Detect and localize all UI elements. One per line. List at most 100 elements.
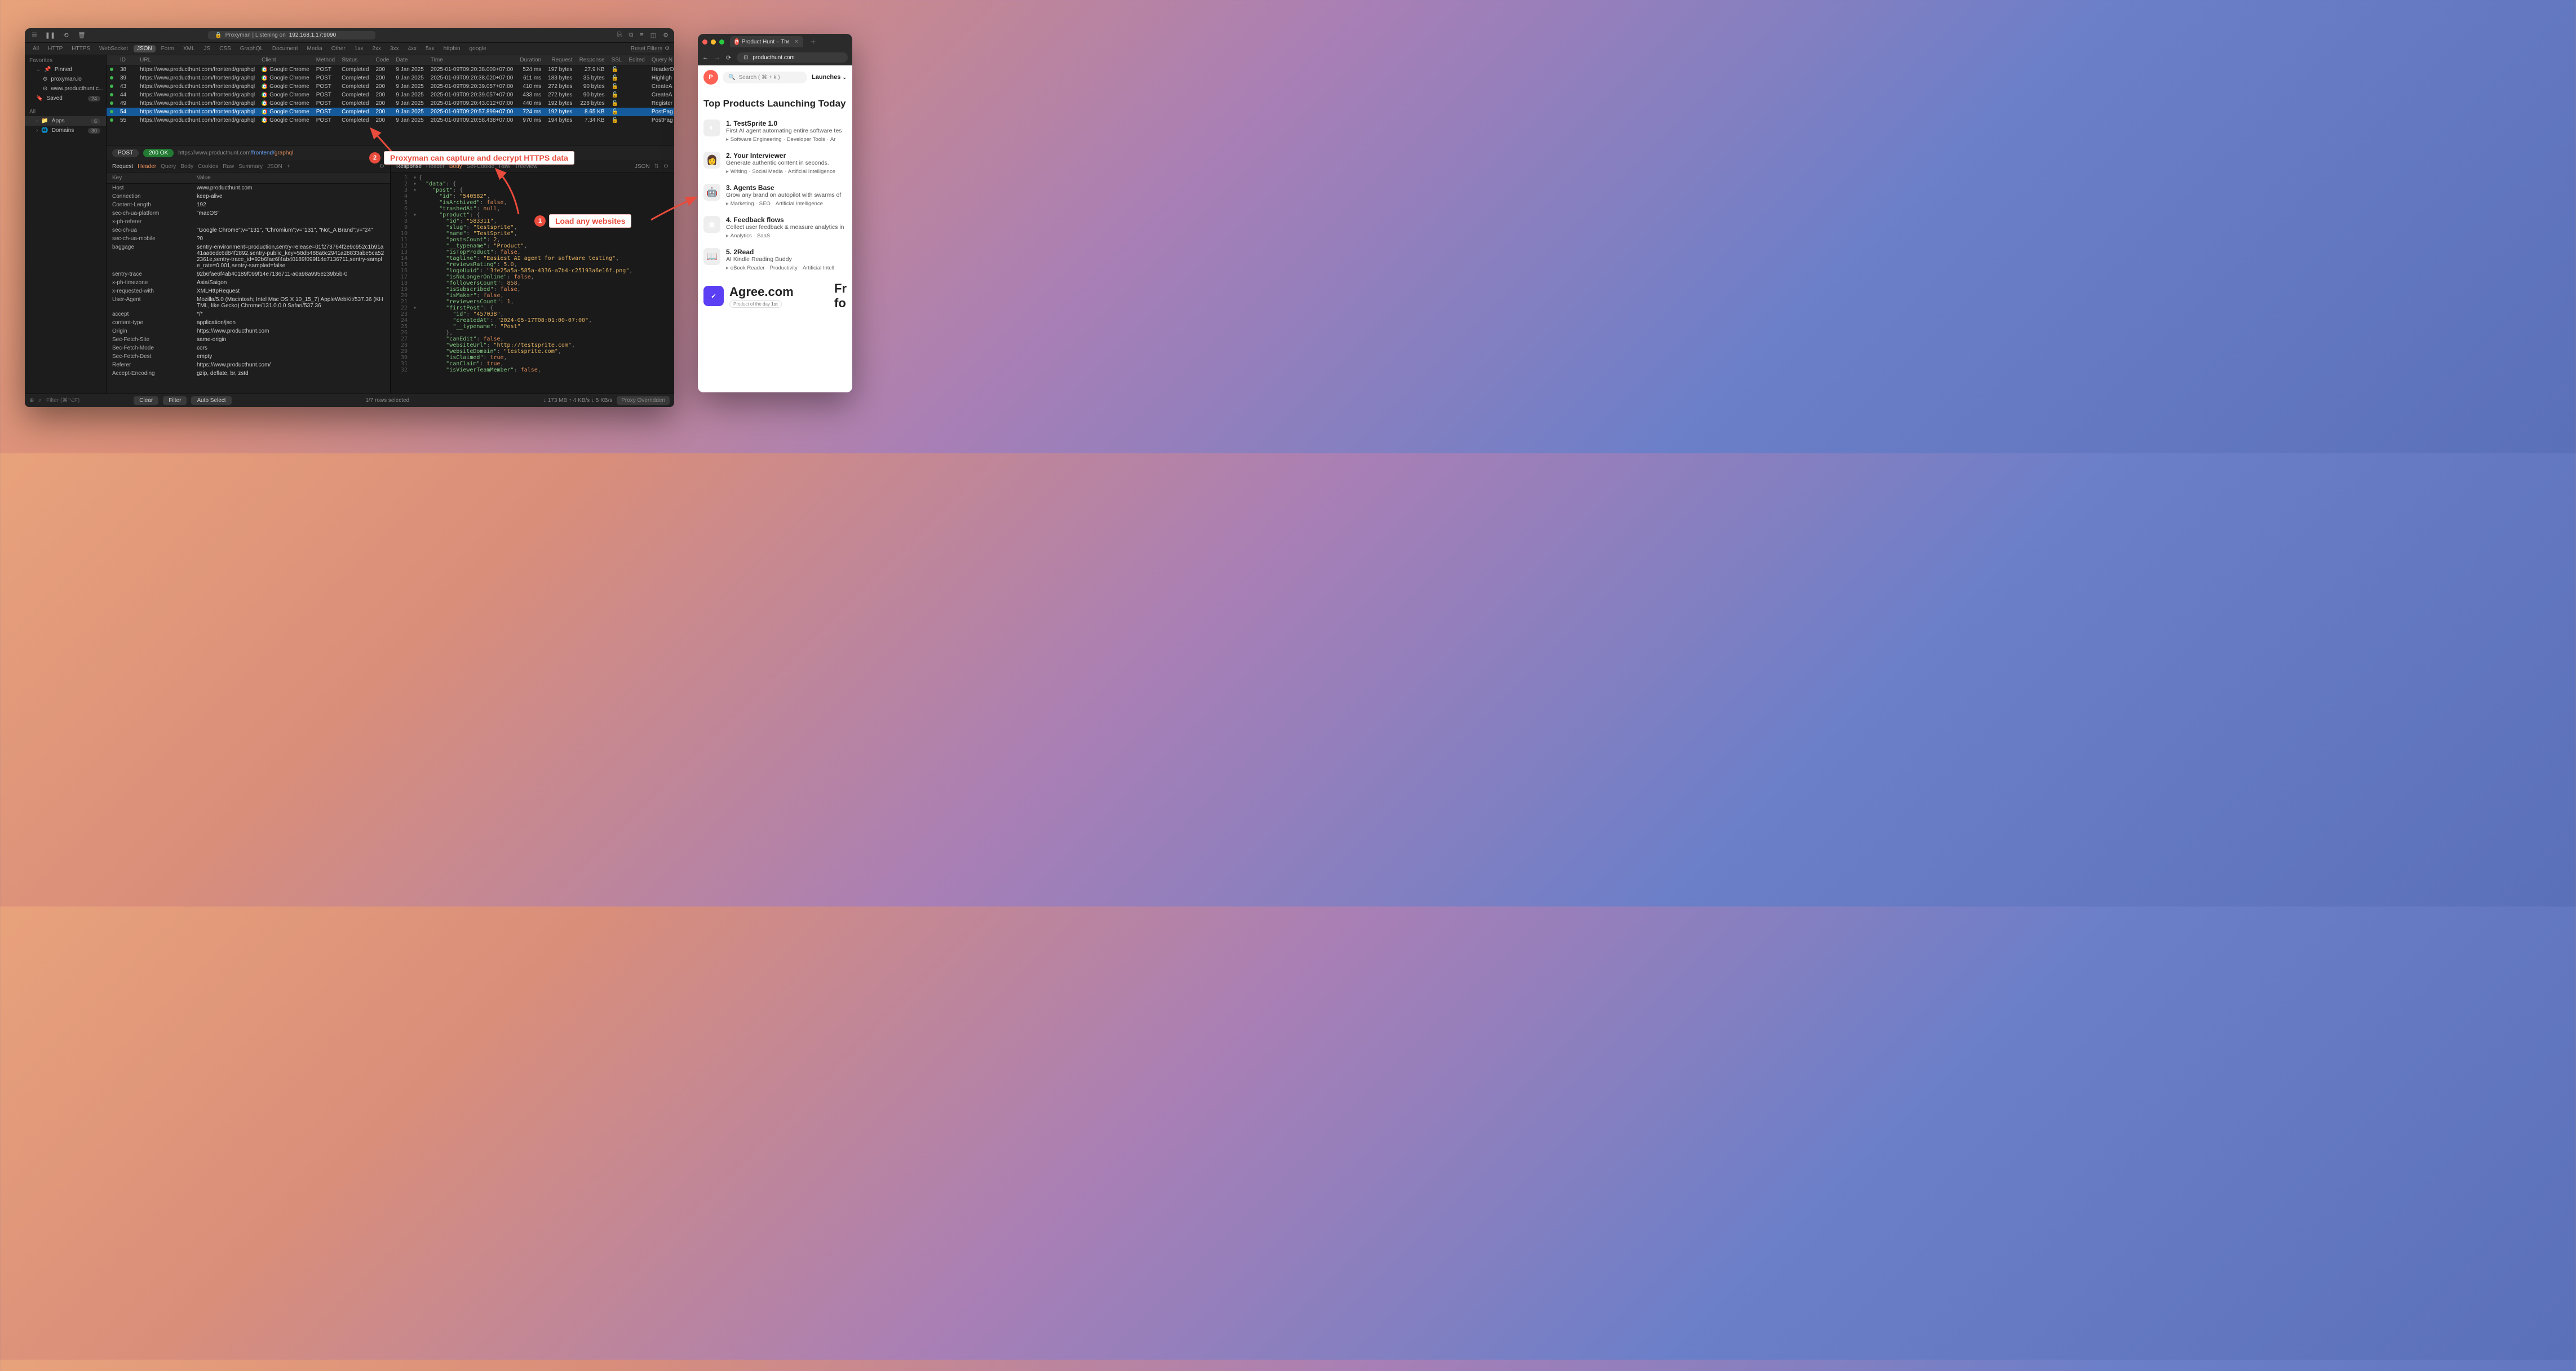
header-row[interactable]: User-AgentMozilla/5.0 (Macintosh; Intel … (107, 295, 390, 310)
filter-5xx[interactable]: 5xx (422, 45, 438, 52)
filter-1xx[interactable]: 1xx (351, 45, 367, 52)
filter-3xx[interactable]: 3xx (387, 45, 402, 52)
table-row[interactable]: 38https://www.producthunt.com/frontend/g… (107, 65, 674, 74)
col-status[interactable] (107, 55, 117, 65)
json-line[interactable]: 7▾ "product": { (391, 212, 674, 218)
sidebar-domains[interactable]: › 🌐 Domains 30 (25, 126, 106, 135)
json-line[interactable]: 8 "id": "583311", (391, 218, 674, 224)
json-line[interactable]: 20 "isMaker": false, (391, 293, 674, 299)
tool-icon-2[interactable]: ⧉ (628, 32, 633, 39)
new-tab-icon[interactable]: ＋ (807, 37, 820, 46)
header-row[interactable]: sentry-trace92b6fae6f4ab40189f099f14e713… (107, 270, 390, 278)
table-row[interactable]: 43https://www.producthunt.com/frontend/g… (107, 82, 674, 91)
pause-icon[interactable]: ❚❚ (46, 32, 54, 39)
col-Query N[interactable]: Query N (648, 55, 674, 65)
site-info-icon[interactable]: ⊡ (742, 54, 749, 61)
header-row[interactable]: content-typeapplication/json (107, 319, 390, 327)
json-line[interactable]: 29 "websiteDomain": "testsprite.com", (391, 348, 674, 355)
table-row[interactable]: 49https://www.producthunt.com/frontend/g… (107, 99, 674, 108)
proxy-override[interactable]: Proxy Overridden (617, 396, 670, 405)
filter-https[interactable]: HTTPS (68, 45, 94, 52)
table-row[interactable]: 39https://www.producthunt.com/frontend/g… (107, 74, 674, 82)
col-Request[interactable]: Request (545, 55, 576, 65)
filter-2xx[interactable]: 2xx (369, 45, 384, 52)
header-row[interactable]: sec-ch-ua-platform"macOS" (107, 209, 390, 218)
json-line[interactable]: 27 "canEdit": false, (391, 336, 674, 342)
filter-xml[interactable]: XML (180, 45, 198, 52)
forward-icon[interactable]: → (714, 54, 720, 61)
tab-cookies[interactable]: Cookies (198, 163, 218, 170)
sidebar-apps[interactable]: › 📁 Apps 6 (25, 116, 106, 126)
browser-tab[interactable]: P Product Hunt – The best new ✕ (730, 36, 803, 47)
col-Date[interactable]: Date (392, 55, 427, 65)
header-row[interactable]: Refererhttps://www.producthunt.com/ (107, 361, 390, 369)
json-line[interactable]: 1▾{ (391, 175, 674, 181)
col-Time[interactable]: Time (427, 55, 517, 65)
clear-button[interactable]: Clear (134, 396, 158, 405)
col-Method[interactable]: Method (313, 55, 338, 65)
json-line[interactable]: 2▾ "data": { (391, 181, 674, 187)
back-icon[interactable]: ← (702, 54, 709, 61)
json-viewer[interactable]: 1▾{2▾ "data": {3▾ "post": {4 "id": "5405… (391, 173, 674, 393)
header-row[interactable]: baggagesentry-environment=production,sen… (107, 243, 390, 270)
sidebar-pinned[interactable]: ⌄ 📌 Pinned (25, 65, 106, 74)
header-row[interactable]: Sec-Fetch-Destempty (107, 352, 390, 361)
filter-http[interactable]: HTTP (45, 45, 66, 52)
json-line[interactable]: 30 "isClaimed": true, (391, 355, 674, 361)
filter-button[interactable]: Filter (163, 396, 187, 405)
funnel-icon[interactable]: ⌕ (38, 397, 42, 404)
gear-icon[interactable]: ⚙ (663, 163, 669, 170)
col-SSL[interactable]: SSL (608, 55, 626, 65)
sidebar-pinned-item-1[interactable]: ⊝ www.producthunt.c... (25, 84, 106, 94)
filter-httpbin[interactable]: httpbin (440, 45, 464, 52)
header-row[interactable]: Sec-Fetch-Modecors (107, 344, 390, 352)
search-input[interactable]: 🔍 Search ( ⌘ + k ) (723, 72, 807, 83)
json-line[interactable]: 16 "logoUuid": "3fe25a5a-585a-4336-a7b4-… (391, 268, 674, 274)
json-line[interactable]: 17 "isNoLongerOnline": false, (391, 274, 674, 280)
tab-[interactable]: + (287, 163, 290, 170)
sweep-icon[interactable]: ⟲ (62, 32, 70, 39)
json-line[interactable]: 23 "id": "457038", (391, 311, 674, 317)
tool-icon-4[interactable]: ◫ (650, 32, 656, 39)
sidebar-saved[interactable]: 🔖 Saved 24 (25, 94, 106, 103)
json-line[interactable]: 28 "websiteUrl": "http://testsprite.com"… (391, 342, 674, 348)
header-row[interactable]: x-ph-timezoneAsia/Saigon (107, 278, 390, 287)
filter-form[interactable]: Form (158, 45, 178, 52)
json-line[interactable]: 12 "__typename": "Product", (391, 243, 674, 249)
col-Status[interactable]: Status (338, 55, 372, 65)
sidebar-pinned-item-0[interactable]: ⊝ proxyman.io (25, 74, 106, 84)
col-URL[interactable]: URL (136, 55, 258, 65)
col-Duration[interactable]: Duration (516, 55, 545, 65)
json-line[interactable]: 4 "id": "540582", (391, 193, 674, 200)
close-icon[interactable]: ✕ (794, 39, 799, 45)
json-line[interactable]: 18 "followersCount": 858, (391, 280, 674, 286)
tab-raw[interactable]: Raw (223, 163, 234, 170)
tab-summary[interactable]: Summary (238, 163, 263, 170)
filter-js[interactable]: JS (201, 45, 214, 52)
chevron-updown-icon[interactable]: ⇅ (654, 163, 659, 170)
json-line[interactable]: 25 "__typename": "Post" (391, 324, 674, 330)
sliders-icon[interactable]: ⚙ (665, 46, 670, 52)
filter-websocket[interactable]: WebSocket (96, 45, 131, 52)
tab-json[interactable]: JSON (267, 163, 282, 170)
tab-query[interactable]: Query (161, 163, 176, 170)
product-item[interactable]: 🤖3. Agents BaseGrow any brand on autopil… (703, 179, 847, 211)
auto-select-button[interactable]: Auto Select (191, 396, 231, 405)
col-Client[interactable]: Client (258, 55, 313, 65)
json-line[interactable]: 11 "postsCount": 2, (391, 237, 674, 243)
col-Code[interactable]: Code (372, 55, 392, 65)
tab-header[interactable]: Header (138, 163, 156, 170)
header-row[interactable]: accept*/* (107, 310, 390, 319)
json-line[interactable]: 31 "canClaim": true, (391, 361, 674, 367)
filter-4xx[interactable]: 4xx (404, 45, 420, 52)
json-line[interactable]: 15 "reviewsRating": 5.0, (391, 262, 674, 268)
col-Response[interactable]: Response (576, 55, 608, 65)
filter-all[interactable]: All (29, 45, 42, 52)
json-line[interactable]: 10 "name": "TestSprite", (391, 231, 674, 237)
reset-filters[interactable]: Reset Filters (631, 46, 662, 52)
product-item[interactable]: ◉4. Feedback flowsCollect user feedback … (703, 211, 847, 244)
header-row[interactable]: x-ph-referer (107, 218, 390, 226)
promo-banner[interactable]: ✔ Agree.com Product of the day 1st Fr fo (703, 281, 847, 311)
table-row[interactable]: 44https://www.producthunt.com/frontend/g… (107, 91, 674, 99)
table-row[interactable]: 54https://www.producthunt.com/frontend/g… (107, 108, 674, 116)
